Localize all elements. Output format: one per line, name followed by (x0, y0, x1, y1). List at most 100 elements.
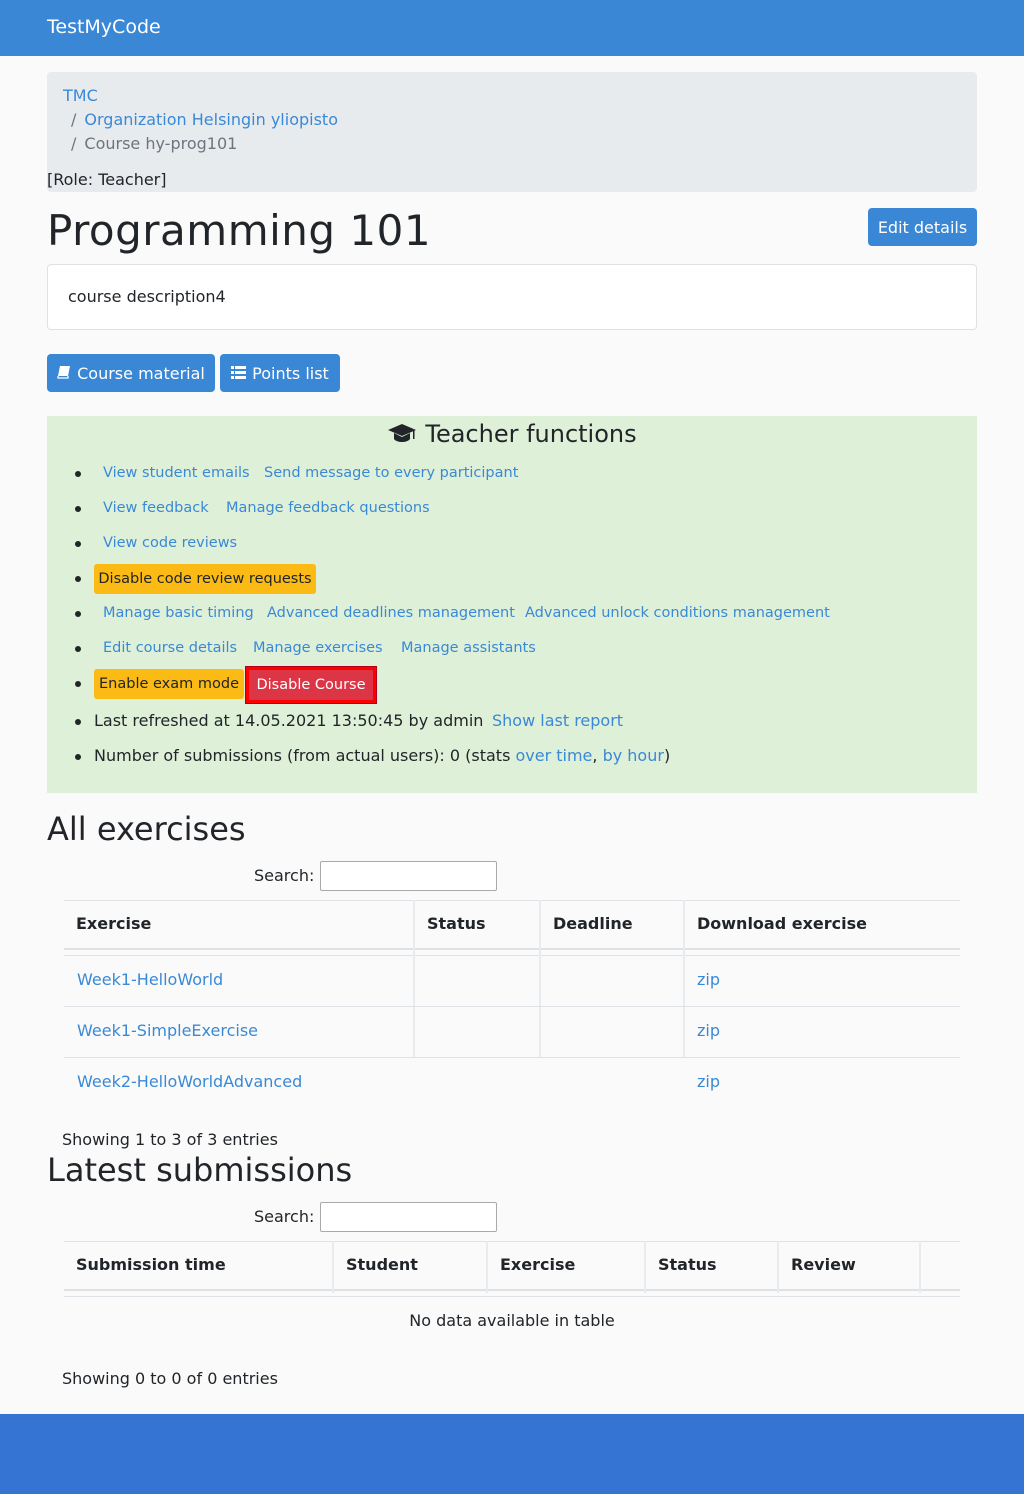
empty-table-message: No data available in table (409, 1311, 615, 1330)
teacher-functions-heading: Teacher functions (47, 420, 977, 448)
breadcrumb-tmc[interactable]: TMC (63, 86, 98, 105)
bullet (75, 471, 81, 477)
download-zip-link[interactable]: zip (697, 1021, 720, 1040)
list-item: Number of submissions (from actual users… (47, 742, 977, 772)
breadcrumb-course: Course hy-prog101 (84, 134, 238, 153)
enable-exam-mode-button[interactable]: Enable exam mode (94, 669, 244, 699)
view-code-reviews-link[interactable]: View code reviews (103, 535, 237, 551)
list-item: View feedback Manage feedback questions (47, 494, 977, 524)
list-icon (231, 364, 247, 383)
column-divider (413, 900, 415, 1058)
breadcrumb-course-item: / Course hy-prog101 (71, 134, 237, 153)
manage-assistants-link[interactable]: Manage assistants (401, 640, 536, 656)
manage-basic-timing-link[interactable]: Manage basic timing (103, 605, 254, 621)
graduation-cap-icon (387, 423, 417, 445)
teacher-functions-title: Teacher functions (425, 420, 637, 448)
breadcrumb-organization[interactable]: Organization Helsingin yliopisto (84, 110, 338, 129)
submissions-count-text: Number of submissions (from actual users… (94, 746, 516, 765)
comma-text: , (592, 746, 603, 765)
list-item: Disable code review requests (47, 564, 977, 594)
latest-submissions-heading: Latest submissions (47, 1151, 353, 1189)
table-border (64, 1296, 960, 1297)
view-feedback-link[interactable]: View feedback (103, 500, 209, 516)
page-title: Programming 101 (47, 206, 432, 255)
manage-feedback-questions-link[interactable]: Manage feedback questions (226, 500, 430, 516)
send-message-link[interactable]: Send message to every participant (264, 465, 518, 481)
submissions-table: Submission time Student Exercise Status … (64, 1241, 960, 1341)
bullet (75, 576, 81, 582)
points-list-label: Points list (252, 363, 329, 383)
advanced-unlock-conditions-link[interactable]: Advanced unlock conditions management (525, 605, 830, 621)
table-border (64, 1006, 960, 1007)
bullet (75, 611, 81, 617)
table-border (64, 955, 960, 956)
manage-exercises-link[interactable]: Manage exercises (253, 640, 383, 656)
exercise-link[interactable]: Week1-SimpleExercise (77, 1021, 258, 1040)
book-icon (57, 364, 71, 383)
page-footer (0, 1414, 1024, 1494)
breadcrumb-separator: / (71, 110, 77, 129)
course-description-card: course description4 (47, 264, 977, 330)
column-header-submission-time[interactable]: Submission time (64, 1241, 332, 1289)
points-list-button[interactable]: Points list (220, 354, 340, 392)
column-header-exercise[interactable]: Exercise (488, 1241, 644, 1289)
table-border (64, 1289, 960, 1291)
bullet (75, 754, 81, 760)
column-header-student[interactable]: Student (334, 1241, 486, 1289)
breadcrumb-organization-item: / Organization Helsingin yliopisto (71, 110, 338, 129)
table-border (64, 1057, 960, 1058)
advanced-deadlines-link[interactable]: Advanced deadlines management (267, 605, 515, 621)
top-navbar: TestMyCode (0, 0, 1024, 56)
submissions-stats: Number of submissions (from actual users… (94, 746, 670, 765)
list-item: View student emails Send message to ever… (47, 459, 977, 489)
breadcrumb: TMC / Organization Helsingin yliopisto / C… (47, 72, 977, 192)
teacher-functions-panel: Teacher functions View student emails Se… (47, 416, 977, 793)
course-description: course description4 (68, 287, 226, 306)
stats-by-hour-link[interactable]: by hour (603, 746, 664, 765)
column-header-exercise[interactable]: Exercise (64, 900, 414, 948)
list-item: Last refreshed at 14.05.2021 13:50:45 by… (47, 707, 977, 737)
column-header-status[interactable]: Status (646, 1241, 777, 1289)
stats-over-time-link[interactable]: over time (515, 746, 592, 765)
exercise-link[interactable]: Week1-HelloWorld (77, 970, 223, 989)
column-header-deadline[interactable]: Deadline (541, 900, 684, 948)
exercises-search-label: Search: (254, 866, 315, 885)
exercises-search-input[interactable] (320, 861, 497, 891)
breadcrumb-separator: / (71, 134, 77, 153)
role-label: [Role: Teacher] (47, 170, 167, 189)
disable-course-button[interactable]: Disable Course (245, 666, 377, 704)
show-last-report-link[interactable]: Show last report (492, 711, 623, 730)
submissions-table-info: Showing 0 to 0 of 0 entries (62, 1369, 278, 1388)
column-divider (919, 1241, 921, 1293)
bullet (75, 506, 81, 512)
course-material-button[interactable]: Course material (47, 354, 215, 392)
submissions-search-input[interactable] (320, 1202, 497, 1232)
exercise-link[interactable]: Week2-HelloWorldAdvanced (77, 1072, 302, 1091)
bullet (75, 719, 81, 725)
edit-details-button[interactable]: Edit details (868, 208, 977, 246)
column-header-status[interactable]: Status (415, 900, 540, 948)
column-divider (644, 1241, 646, 1293)
course-material-label: Course material (77, 363, 205, 383)
close-paren-text: ) (663, 746, 671, 765)
column-header-review[interactable]: Review (779, 1241, 919, 1289)
edit-course-details-link[interactable]: Edit course details (103, 640, 237, 656)
exercises-table: Exercise Status Deadline Download exerci… (64, 900, 960, 1091)
brand-link[interactable]: TestMyCode (47, 16, 161, 38)
bullet (75, 541, 81, 547)
list-item: Manage basic timing Advanced deadlines m… (47, 599, 977, 629)
table-border (64, 948, 960, 950)
list-item: Enable exam mode Disable Course (47, 666, 977, 704)
download-zip-link[interactable]: zip (697, 970, 720, 989)
all-exercises-heading: All exercises (47, 810, 246, 848)
submissions-search-label: Search: (254, 1207, 315, 1226)
column-divider (332, 1241, 334, 1293)
view-student-emails-link[interactable]: View student emails (103, 465, 250, 481)
column-divider (777, 1241, 779, 1293)
download-zip-link[interactable]: zip (697, 1072, 720, 1091)
disable-code-review-requests-button[interactable]: Disable code review requests (94, 564, 316, 594)
list-item: View code reviews (47, 529, 977, 559)
bullet (75, 646, 81, 652)
last-refreshed-text: Last refreshed at 14.05.2021 13:50:45 by… (94, 711, 484, 730)
column-header-download[interactable]: Download exercise (685, 900, 960, 948)
